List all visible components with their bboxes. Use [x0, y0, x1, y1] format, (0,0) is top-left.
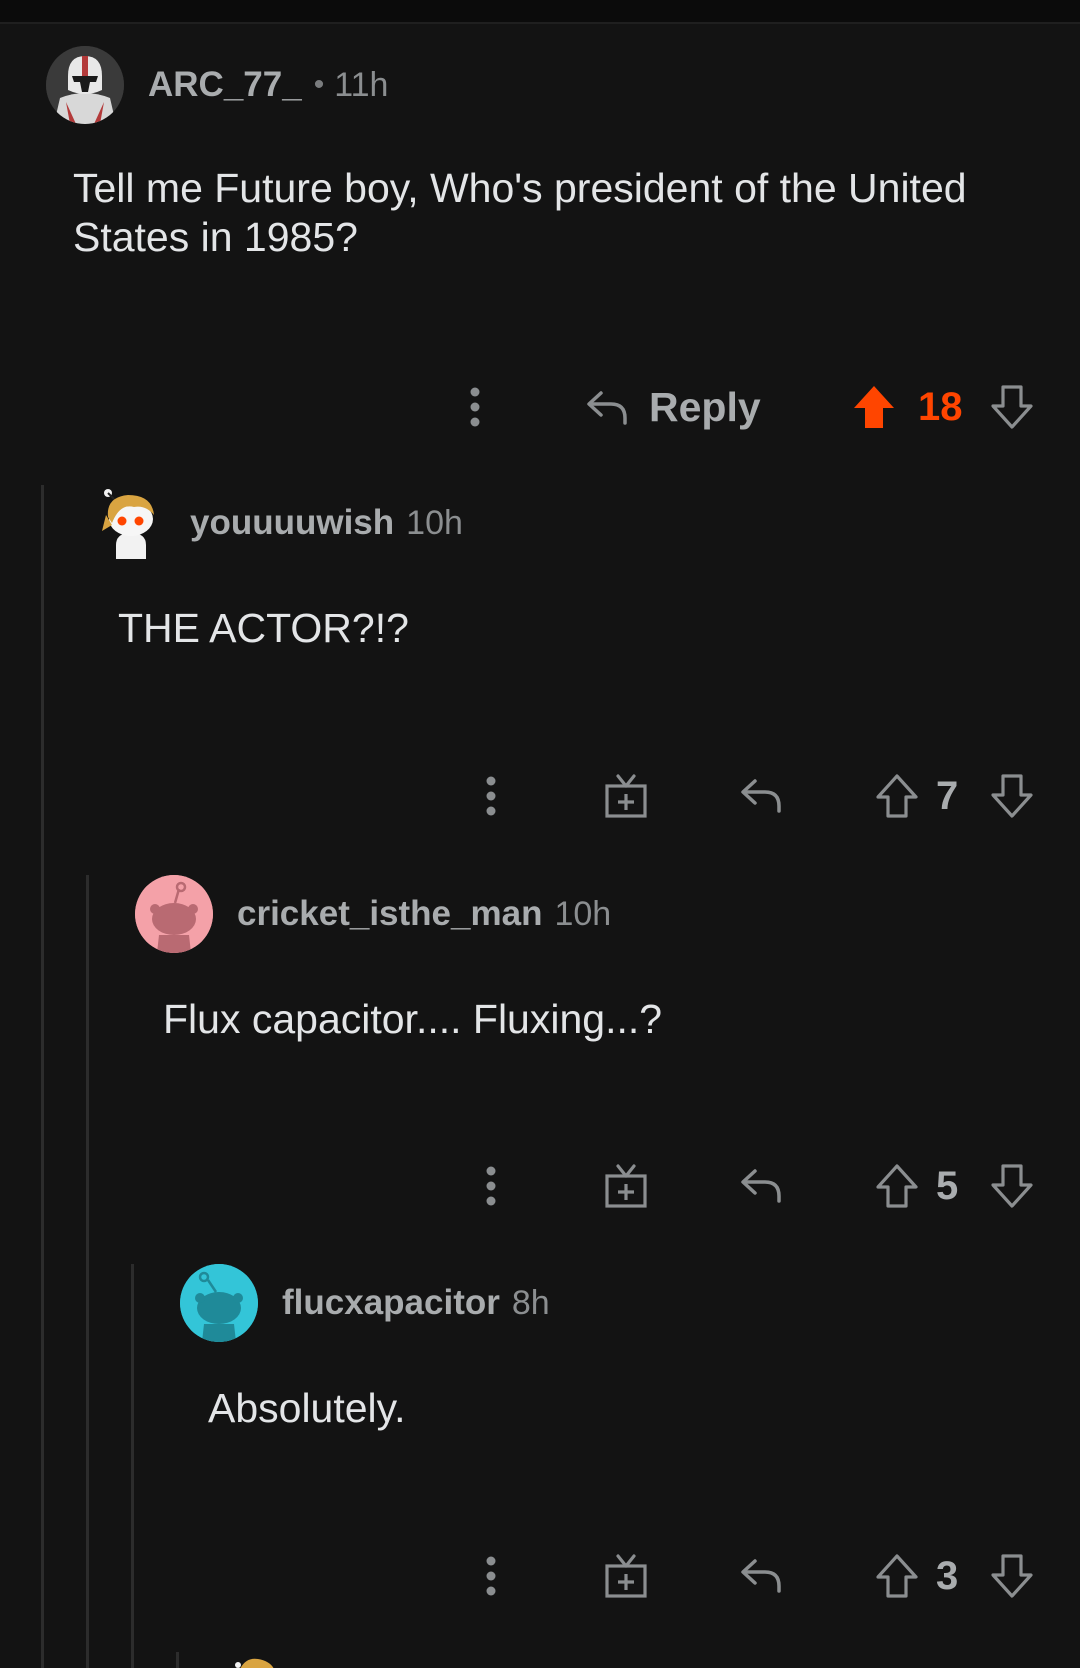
comment-actions: Reply 18	[0, 377, 1080, 437]
downvote-button[interactable]	[988, 1550, 1036, 1602]
upvote-button[interactable]	[850, 381, 898, 433]
more-options-button[interactable]	[481, 1546, 501, 1606]
more-vertical-icon	[486, 1556, 496, 1596]
username[interactable]: ARC_77_	[148, 65, 302, 105]
clone-trooper-avatar-icon	[46, 46, 124, 124]
timestamp: 11h	[334, 65, 389, 104]
thread-line-level-4[interactable]	[176, 1652, 179, 1668]
more-vertical-icon	[486, 1166, 496, 1206]
snoo-pink-avatar-icon	[135, 875, 213, 953]
more-options-button[interactable]	[481, 766, 501, 826]
top-status-strip	[0, 0, 1080, 24]
gift-award-icon	[605, 1554, 647, 1598]
gift-award-icon	[605, 1164, 647, 1208]
timestamp: 10h	[406, 503, 463, 542]
next-comment-avatar-peek[interactable]	[232, 1656, 282, 1668]
timestamp: 8h	[511, 1283, 550, 1322]
user-avatar[interactable]	[46, 46, 124, 124]
downvote-button[interactable]	[988, 381, 1036, 433]
timestamp: 10h	[554, 894, 612, 933]
more-options-button[interactable]	[481, 1156, 501, 1216]
upvote-icon	[876, 774, 918, 818]
reply-button[interactable]	[738, 770, 784, 820]
award-button[interactable]	[603, 1550, 649, 1600]
downvote-icon	[991, 1164, 1033, 1208]
downvote-icon	[991, 385, 1033, 429]
upvote-button[interactable]	[873, 1550, 921, 1602]
comment-header: ARC_77_ • 11h	[46, 46, 388, 124]
comment-body: Flux capacitor.... Fluxing...?	[163, 996, 663, 1042]
comment-actions: 5	[0, 1156, 1080, 1216]
thread-line-level-1[interactable]	[41, 485, 44, 1668]
more-options-button[interactable]	[465, 377, 485, 437]
award-button[interactable]	[603, 770, 649, 820]
reply-button[interactable]	[738, 1160, 784, 1210]
comment-body: THE ACTOR?!?	[118, 605, 409, 651]
reply-arrow-icon	[741, 779, 781, 813]
gift-award-icon	[605, 774, 647, 818]
comment-actions: 3	[0, 1546, 1080, 1606]
comment-body: Absolutely.	[208, 1385, 406, 1431]
vote-score: 18	[918, 384, 963, 429]
more-vertical-icon	[470, 387, 480, 427]
username[interactable]: cricket_isthe_man	[237, 894, 542, 934]
upvote-button[interactable]	[873, 770, 921, 822]
user-avatar[interactable]	[135, 875, 213, 953]
username[interactable]: flucxapacitor	[282, 1283, 500, 1323]
username[interactable]: youuuuwish	[190, 503, 394, 543]
snoo-cyan-avatar-icon	[180, 1264, 258, 1342]
comment-body: Tell me Future boy, Who's president of t…	[73, 165, 967, 260]
downvote-button[interactable]	[988, 1160, 1036, 1212]
snoo-character-avatar-icon	[102, 489, 154, 559]
award-button[interactable]	[603, 1160, 649, 1210]
separator-dot: •	[313, 68, 325, 101]
downvote-icon	[991, 774, 1033, 818]
upvote-filled-icon	[854, 386, 894, 428]
comment-header: flucxapacitor 8h	[180, 1264, 550, 1342]
reply-arrow-icon	[587, 391, 627, 425]
reply-button[interactable]	[738, 1550, 784, 1600]
comment-actions: 7	[0, 766, 1080, 826]
downvote-button[interactable]	[988, 770, 1036, 822]
reply-label: Reply	[649, 383, 761, 430]
upvote-icon	[876, 1554, 918, 1598]
reply-arrow-icon	[741, 1559, 781, 1593]
reply-arrow-icon	[741, 1169, 781, 1203]
user-avatar[interactable]	[180, 1264, 258, 1342]
user-avatar[interactable]	[98, 485, 164, 561]
thread-line-level-3[interactable]	[131, 1264, 134, 1668]
comment-header: youuuuwish 10h	[98, 485, 463, 561]
vote-score: 7	[936, 773, 959, 818]
avatar-peek-icon	[235, 1658, 274, 1668]
upvote-button[interactable]	[873, 1160, 921, 1212]
vote-score: 3	[936, 1553, 959, 1598]
comment-header: cricket_isthe_man 10h	[135, 875, 611, 953]
more-vertical-icon	[486, 776, 496, 816]
reply-button[interactable]: Reply	[585, 377, 761, 437]
vote-score: 5	[936, 1163, 959, 1208]
downvote-icon	[991, 1554, 1033, 1598]
upvote-icon	[876, 1164, 918, 1208]
